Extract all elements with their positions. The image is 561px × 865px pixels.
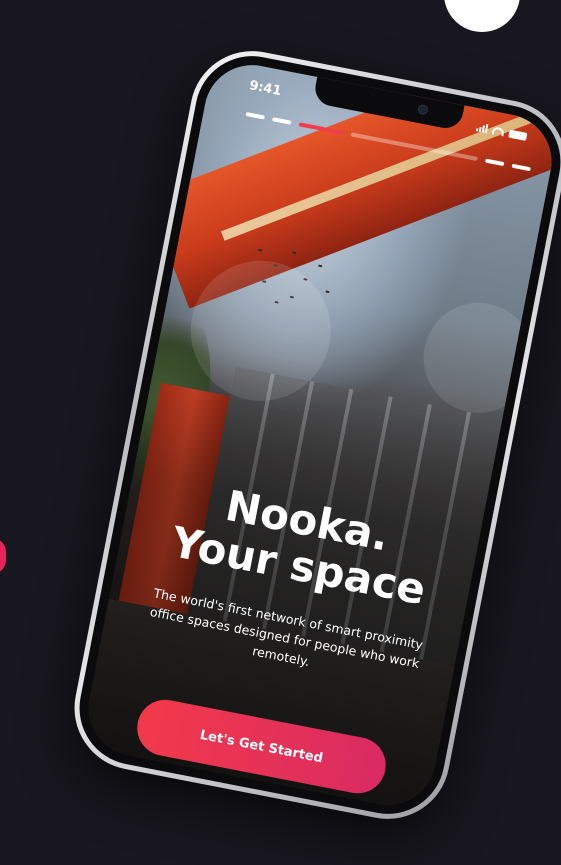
status-time: 9:41: [247, 78, 283, 100]
battery-icon: [508, 129, 528, 141]
decorative-dot: [0, 538, 6, 574]
system-icons: [475, 122, 528, 141]
signal-icon: [475, 122, 489, 134]
app-screen: 9:41 Nooka. Your space The world's first: [80, 56, 560, 814]
wifi-icon: [491, 125, 505, 137]
decorative-circle: [444, 0, 520, 32]
image-overlay: [80, 56, 560, 814]
phone-mockup: 9:41 Nooka. Your space The world's first: [63, 40, 561, 830]
